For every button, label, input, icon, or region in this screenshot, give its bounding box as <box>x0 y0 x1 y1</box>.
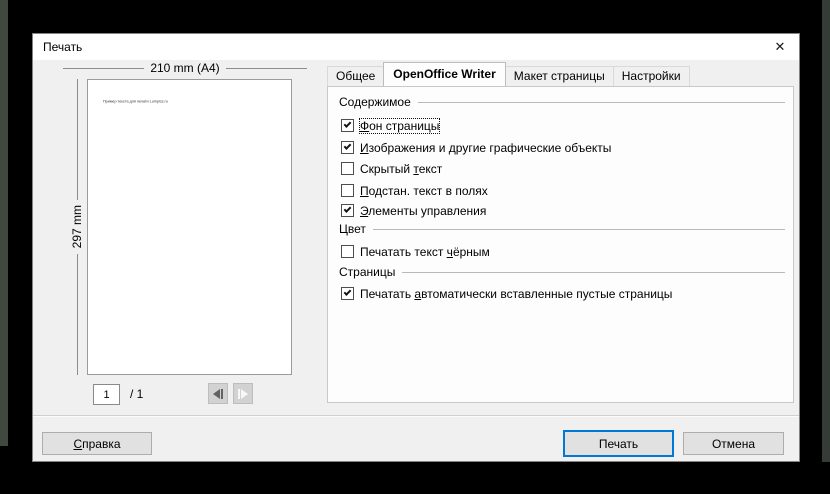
group-content: Содержимое <box>339 95 785 109</box>
previous-page-button[interactable] <box>208 383 228 404</box>
checkbox-form-controls[interactable]: Элементы управления <box>341 203 486 218</box>
checkbox-label: Подстан. текст в полях <box>360 184 488 198</box>
group-line <box>373 229 785 230</box>
group-pages: Страницы <box>339 265 785 279</box>
checkbox-hidden-text[interactable]: Скрытый текст <box>341 161 442 176</box>
checkbox-print-blank-pages[interactable]: Печатать автоматически вставленные пусты… <box>341 286 672 301</box>
checkbox-print-text-black[interactable]: Печатать текст чёрным <box>341 244 490 259</box>
next-page-icon <box>241 389 248 399</box>
tab-page-openoffice-writer: Содержимое Фон страницы Изображения и др… <box>327 86 794 403</box>
check-icon <box>344 142 352 150</box>
close-icon[interactable]: ✕ <box>767 37 793 57</box>
checkbox-label: Печатать текст чёрным <box>360 245 490 259</box>
group-color: Цвет <box>339 222 785 236</box>
page-height-label: 297 mm <box>70 205 84 248</box>
checkbox-label: Элементы управления <box>360 204 486 218</box>
checkbox-images-objects[interactable]: Изображения и другие графические объекты <box>341 140 611 155</box>
tab-options[interactable]: Настройки <box>613 66 690 86</box>
checkbox-box[interactable] <box>341 184 354 197</box>
dimension-line <box>226 68 307 69</box>
check-icon <box>344 120 352 128</box>
previous-page-icon-bar <box>221 389 223 399</box>
dimension-line <box>63 68 144 69</box>
group-line <box>418 102 785 103</box>
print-dialog: Печать ✕ 210 mm (A4) 297 mm Пример текст… <box>32 33 800 462</box>
checkbox-box[interactable] <box>341 119 354 132</box>
group-pages-title: Страницы <box>339 265 395 279</box>
tab-bar: Общее OpenOffice Writer Макет страницы Н… <box>327 62 689 86</box>
previous-page-icon <box>213 389 220 399</box>
help-button[interactable]: Справка <box>42 432 152 455</box>
wallpaper-strip-right <box>822 0 830 462</box>
group-line <box>402 272 785 273</box>
checkbox-label: Изображения и другие графические объекты <box>360 141 611 155</box>
window-title: Печать <box>43 34 82 60</box>
checkbox-box[interactable] <box>341 204 354 217</box>
dimension-line <box>77 254 78 375</box>
group-content-title: Содержимое <box>339 95 411 109</box>
page-width-label: 210 mm (A4) <box>150 61 219 75</box>
checkbox-label: Скрытый текст <box>360 162 442 176</box>
tab-page-layout[interactable]: Макет страницы <box>505 66 614 86</box>
desktop-background: Печать ✕ 210 mm (A4) 297 mm Пример текст… <box>0 0 830 494</box>
print-preview-page: Пример текста для печати Lumpics.ru <box>87 79 292 375</box>
preview-page-text: Пример текста для печати Lumpics.ru <box>103 100 168 104</box>
wallpaper-strip-left <box>0 0 8 446</box>
checkbox-placeholder-text[interactable]: Подстан. текст в полях <box>341 183 488 198</box>
group-color-title: Цвет <box>339 222 366 236</box>
checkbox-box[interactable] <box>341 287 354 300</box>
page-width-dimension: 210 mm (A4) <box>63 61 307 75</box>
dimension-line <box>77 79 78 200</box>
checkbox-label: Фон страницы <box>360 119 439 133</box>
print-button[interactable]: Печать <box>563 430 674 457</box>
page-total-label: / 1 <box>130 387 143 401</box>
cancel-button[interactable]: Отмена <box>683 432 784 455</box>
tab-openoffice-writer[interactable]: OpenOffice Writer <box>383 62 505 86</box>
bottom-separator <box>33 415 799 417</box>
titlebar[interactable]: Печать ✕ <box>33 34 799 60</box>
checkbox-box[interactable] <box>341 162 354 175</box>
next-page-icon-bar <box>238 389 240 399</box>
page-number-input[interactable] <box>93 384 120 405</box>
page-height-dimension: 297 mm <box>69 79 85 375</box>
next-page-button[interactable] <box>233 383 253 404</box>
checkbox-box[interactable] <box>341 141 354 154</box>
checkbox-label: Печатать автоматически вставленные пусты… <box>360 287 672 301</box>
check-icon <box>344 288 352 296</box>
checkbox-page-background[interactable]: Фон страницы <box>341 118 439 133</box>
tab-general[interactable]: Общее <box>327 66 384 86</box>
check-icon <box>344 205 352 213</box>
checkbox-box[interactable] <box>341 245 354 258</box>
